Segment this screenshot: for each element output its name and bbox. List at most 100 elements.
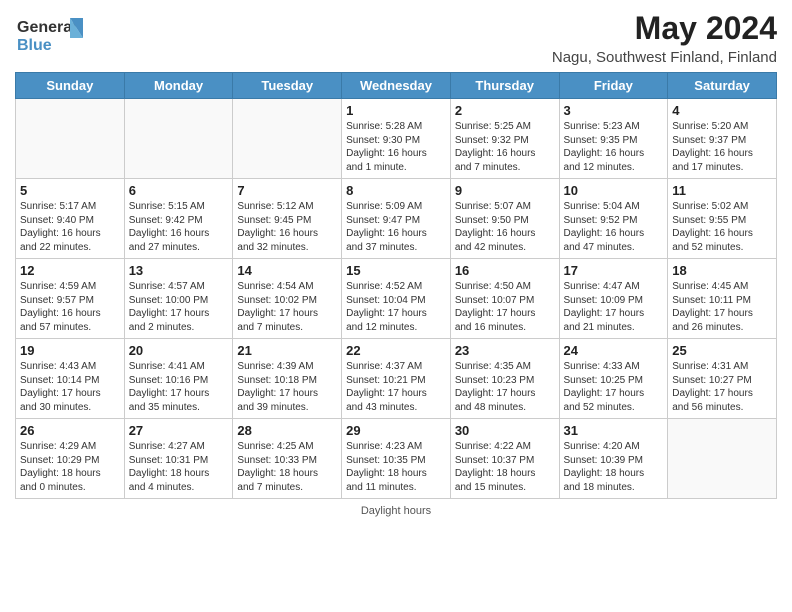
day-header-friday: Friday bbox=[559, 73, 668, 99]
day-info: Sunrise: 4:29 AM Sunset: 10:29 PM Daylig… bbox=[20, 440, 120, 494]
calendar-cell: 17Sunrise: 4:47 AM Sunset: 10:09 PM Dayl… bbox=[559, 259, 668, 339]
day-info: Sunrise: 4:59 AM Sunset: 9:57 PM Dayligh… bbox=[20, 280, 120, 334]
calendar-week-5: 26 Sunrise: 4:29 AM Sunset: 10:29 PM Dayl… bbox=[16, 419, 777, 499]
day-number: 23 bbox=[455, 343, 555, 358]
calendar-cell: 23Sunrise: 4:35 AM Sunset: 10:23 PM Dayl… bbox=[450, 339, 559, 419]
calendar-cell: 16 Sunrise: 4:50 AM Sunset: 10:07 PM Dayl… bbox=[450, 259, 559, 339]
calendar-cell: 28Sunrise: 4:25 AM Sunset: 10:33 PM Dayl… bbox=[233, 419, 342, 499]
day-number: 20 bbox=[129, 343, 229, 358]
day-info: Sunrise: 4:52 AM Sunset: 10:04 PM Daylig… bbox=[346, 280, 446, 334]
day-number: 26 bbox=[20, 423, 120, 438]
day-info: Sunrise: 4:50 AM Sunset: 10:07 PM Daylig… bbox=[455, 280, 555, 334]
calendar-cell: 13Sunrise: 4:57 AM Sunset: 10:00 PM Dayl… bbox=[124, 259, 233, 339]
calendar-cell: 11 Sunrise: 5:02 AM Sunset: 9:55 PM Dayli… bbox=[668, 179, 777, 259]
day-info: Sunrise: 4:23 AM Sunset: 10:35 PM Daylig… bbox=[346, 440, 446, 494]
day-number: 14 bbox=[237, 263, 337, 278]
days-header-row: SundayMondayTuesdayWednesdayThursdayFrid… bbox=[16, 73, 777, 99]
day-info: Sunrise: 4:57 AM Sunset: 10:00 PM Daylig… bbox=[129, 280, 229, 334]
calendar-cell bbox=[124, 99, 233, 179]
day-number: 11 bbox=[672, 183, 772, 198]
footer: Daylight hours bbox=[15, 505, 777, 517]
calendar-cell: 22Sunrise: 4:37 AM Sunset: 10:21 PM Dayl… bbox=[342, 339, 451, 419]
day-info: Sunrise: 4:22 AM Sunset: 10:37 PM Daylig… bbox=[455, 440, 555, 494]
calendar-cell: 26 Sunrise: 4:29 AM Sunset: 10:29 PM Dayl… bbox=[16, 419, 125, 499]
day-header-wednesday: Wednesday bbox=[342, 73, 451, 99]
calendar-cell: 8 Sunrise: 5:09 AM Sunset: 9:47 PM Daylig… bbox=[342, 179, 451, 259]
svg-text:Blue: Blue bbox=[17, 37, 52, 54]
day-info: Sunrise: 4:20 AM Sunset: 10:39 PM Daylig… bbox=[564, 440, 664, 494]
subtitle: Nagu, Southwest Finland, Finland bbox=[552, 49, 777, 66]
calendar-cell bbox=[668, 419, 777, 499]
day-number: 2 bbox=[455, 103, 555, 118]
footer-text: Daylight hours bbox=[361, 505, 431, 517]
day-number: 21 bbox=[237, 343, 337, 358]
day-header-monday: Monday bbox=[124, 73, 233, 99]
calendar-cell: 9Sunrise: 5:07 AM Sunset: 9:50 PM Daylig… bbox=[450, 179, 559, 259]
day-info: Sunrise: 5:15 AM Sunset: 9:42 PM Dayligh… bbox=[129, 200, 229, 254]
logo-svg: General Blue bbox=[15, 10, 95, 60]
calendar-cell: 15 Sunrise: 4:52 AM Sunset: 10:04 PM Dayl… bbox=[342, 259, 451, 339]
day-info: Sunrise: 4:27 AM Sunset: 10:31 PM Daylig… bbox=[129, 440, 229, 494]
calendar-cell: 29 Sunrise: 4:23 AM Sunset: 10:35 PM Dayl… bbox=[342, 419, 451, 499]
day-number: 4 bbox=[672, 103, 772, 118]
day-number: 10 bbox=[564, 183, 664, 198]
calendar-cell: 4 Sunrise: 5:20 AM Sunset: 9:37 PM Daylig… bbox=[668, 99, 777, 179]
calendar-cell: 25 Sunrise: 4:31 AM Sunset: 10:27 PM Dayl… bbox=[668, 339, 777, 419]
day-info: Sunrise: 5:12 AM Sunset: 9:45 PM Dayligh… bbox=[237, 200, 337, 254]
day-number: 8 bbox=[346, 183, 446, 198]
calendar-cell bbox=[233, 99, 342, 179]
calendar-table: SundayMondayTuesdayWednesdayThursdayFrid… bbox=[15, 72, 777, 499]
calendar-cell: 18 Sunrise: 4:45 AM Sunset: 10:11 PM Dayl… bbox=[668, 259, 777, 339]
calendar-week-4: 19Sunrise: 4:43 AM Sunset: 10:14 PM Dayl… bbox=[16, 339, 777, 419]
day-number: 25 bbox=[672, 343, 772, 358]
day-number: 19 bbox=[20, 343, 120, 358]
day-number: 9 bbox=[455, 183, 555, 198]
calendar-week-3: 12Sunrise: 4:59 AM Sunset: 9:57 PM Dayli… bbox=[16, 259, 777, 339]
calendar-week-1: 1 Sunrise: 5:28 AM Sunset: 9:30 PM Daylig… bbox=[16, 99, 777, 179]
day-number: 15 bbox=[346, 263, 446, 278]
day-number: 6 bbox=[129, 183, 229, 198]
day-info: Sunrise: 4:39 AM Sunset: 10:18 PM Daylig… bbox=[237, 360, 337, 414]
day-info: Sunrise: 4:33 AM Sunset: 10:25 PM Daylig… bbox=[564, 360, 664, 414]
day-header-thursday: Thursday bbox=[450, 73, 559, 99]
header: General Blue May 2024 Nagu, Southwest Fi… bbox=[15, 10, 777, 66]
day-info: Sunrise: 4:45 AM Sunset: 10:11 PM Daylig… bbox=[672, 280, 772, 334]
day-number: 29 bbox=[346, 423, 446, 438]
calendar-cell: 7Sunrise: 5:12 AM Sunset: 9:45 PM Daylig… bbox=[233, 179, 342, 259]
day-info: Sunrise: 5:02 AM Sunset: 9:55 PM Dayligh… bbox=[672, 200, 772, 254]
day-number: 1 bbox=[346, 103, 446, 118]
day-number: 28 bbox=[237, 423, 337, 438]
calendar-cell: 20 Sunrise: 4:41 AM Sunset: 10:16 PM Dayl… bbox=[124, 339, 233, 419]
day-info: Sunrise: 5:17 AM Sunset: 9:40 PM Dayligh… bbox=[20, 200, 120, 254]
calendar-cell: 21 Sunrise: 4:39 AM Sunset: 10:18 PM Dayl… bbox=[233, 339, 342, 419]
calendar-cell: 27Sunrise: 4:27 AM Sunset: 10:31 PM Dayl… bbox=[124, 419, 233, 499]
calendar-cell: 12Sunrise: 4:59 AM Sunset: 9:57 PM Dayli… bbox=[16, 259, 125, 339]
day-info: Sunrise: 5:04 AM Sunset: 9:52 PM Dayligh… bbox=[564, 200, 664, 254]
day-info: Sunrise: 4:31 AM Sunset: 10:27 PM Daylig… bbox=[672, 360, 772, 414]
day-info: Sunrise: 4:54 AM Sunset: 10:02 PM Daylig… bbox=[237, 280, 337, 334]
day-number: 16 bbox=[455, 263, 555, 278]
calendar-cell: 19Sunrise: 4:43 AM Sunset: 10:14 PM Dayl… bbox=[16, 339, 125, 419]
calendar-cell: 14 Sunrise: 4:54 AM Sunset: 10:02 PM Dayl… bbox=[233, 259, 342, 339]
day-number: 3 bbox=[564, 103, 664, 118]
calendar-cell: 5 Sunrise: 5:17 AM Sunset: 9:40 PM Daylig… bbox=[16, 179, 125, 259]
svg-text:General: General bbox=[17, 19, 77, 36]
day-info: Sunrise: 5:09 AM Sunset: 9:47 PM Dayligh… bbox=[346, 200, 446, 254]
day-info: Sunrise: 4:37 AM Sunset: 10:21 PM Daylig… bbox=[346, 360, 446, 414]
calendar-cell: 3Sunrise: 5:23 AM Sunset: 9:35 PM Daylig… bbox=[559, 99, 668, 179]
calendar-cell: 30Sunrise: 4:22 AM Sunset: 10:37 PM Dayl… bbox=[450, 419, 559, 499]
logo: General Blue bbox=[15, 10, 95, 60]
day-number: 18 bbox=[672, 263, 772, 278]
day-number: 31 bbox=[564, 423, 664, 438]
calendar-cell: 6 Sunrise: 5:15 AM Sunset: 9:42 PM Daylig… bbox=[124, 179, 233, 259]
day-info: Sunrise: 5:28 AM Sunset: 9:30 PM Dayligh… bbox=[346, 120, 446, 174]
calendar-cell bbox=[16, 99, 125, 179]
calendar-cell: 2 Sunrise: 5:25 AM Sunset: 9:32 PM Daylig… bbox=[450, 99, 559, 179]
day-info: Sunrise: 5:20 AM Sunset: 9:37 PM Dayligh… bbox=[672, 120, 772, 174]
day-number: 17 bbox=[564, 263, 664, 278]
day-info: Sunrise: 4:41 AM Sunset: 10:16 PM Daylig… bbox=[129, 360, 229, 414]
day-header-saturday: Saturday bbox=[668, 73, 777, 99]
calendar-cell: 1 Sunrise: 5:28 AM Sunset: 9:30 PM Daylig… bbox=[342, 99, 451, 179]
day-info: Sunrise: 5:25 AM Sunset: 9:32 PM Dayligh… bbox=[455, 120, 555, 174]
day-number: 5 bbox=[20, 183, 120, 198]
